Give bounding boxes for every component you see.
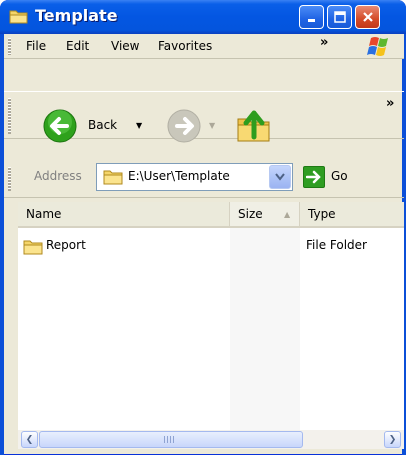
menu-grip[interactable] (8, 38, 11, 55)
folder-up-icon[interactable] (232, 105, 276, 145)
minimize-icon (307, 19, 315, 22)
forward-arrow-icon[interactable] (164, 109, 206, 145)
scrollbar-grip (164, 436, 174, 443)
list-item-name[interactable]: Report (46, 238, 86, 252)
menu-view[interactable]: View (111, 39, 139, 53)
menu-bar: File Edit View Favorites » (4, 34, 404, 59)
chevron-down-icon (275, 173, 285, 181)
maximize-icon (333, 11, 346, 23)
sort-ascending-icon: ▲ (284, 210, 291, 219)
back-button-label[interactable]: Back (88, 118, 117, 132)
toolbar-grip[interactable] (8, 98, 11, 134)
menu-favorites[interactable]: Favorites (158, 39, 212, 53)
explorer-window: Template File Edit View Favorites » Back… (0, 0, 406, 455)
maximize-button[interactable] (327, 5, 352, 29)
minimize-button[interactable] (299, 5, 324, 29)
go-arrow-icon (306, 170, 321, 184)
go-button-label[interactable]: Go (331, 169, 348, 183)
address-value[interactable]: E:\User\Template (128, 169, 230, 183)
menu-edit[interactable]: Edit (66, 39, 89, 53)
list-item-type: File Folder (306, 238, 367, 252)
close-icon (362, 12, 373, 22)
address-grip[interactable] (8, 167, 11, 191)
file-list[interactable] (18, 202, 404, 430)
chevron-left-icon: ❮ (25, 434, 34, 445)
scroll-right-button[interactable]: ❯ (384, 431, 401, 448)
back-arrow-icon[interactable] (40, 109, 82, 145)
column-header-type[interactable]: Type (300, 202, 404, 228)
column-header-name[interactable]: Name (18, 202, 230, 228)
address-dropdown-button[interactable] (269, 165, 291, 189)
window-title: Template (35, 6, 118, 25)
scroll-left-button[interactable]: ❮ (21, 431, 38, 448)
toolbar-overflow-chevron[interactable]: » (386, 96, 394, 111)
forward-dropdown-arrow[interactable]: ▼ (209, 121, 215, 130)
size-column-highlight (230, 228, 300, 430)
folder-icon (23, 240, 43, 255)
chevron-right-icon: ❯ (388, 434, 397, 445)
back-dropdown-arrow[interactable]: ▼ (136, 121, 142, 130)
menu-overflow-chevron[interactable]: » (320, 35, 328, 50)
menu-file[interactable]: File (26, 39, 46, 53)
close-button[interactable] (355, 5, 380, 29)
folder-icon (103, 170, 123, 185)
go-button[interactable] (303, 166, 325, 188)
windows-logo-icon (367, 37, 388, 56)
address-label: Address (34, 169, 82, 183)
folder-icon (9, 10, 28, 24)
